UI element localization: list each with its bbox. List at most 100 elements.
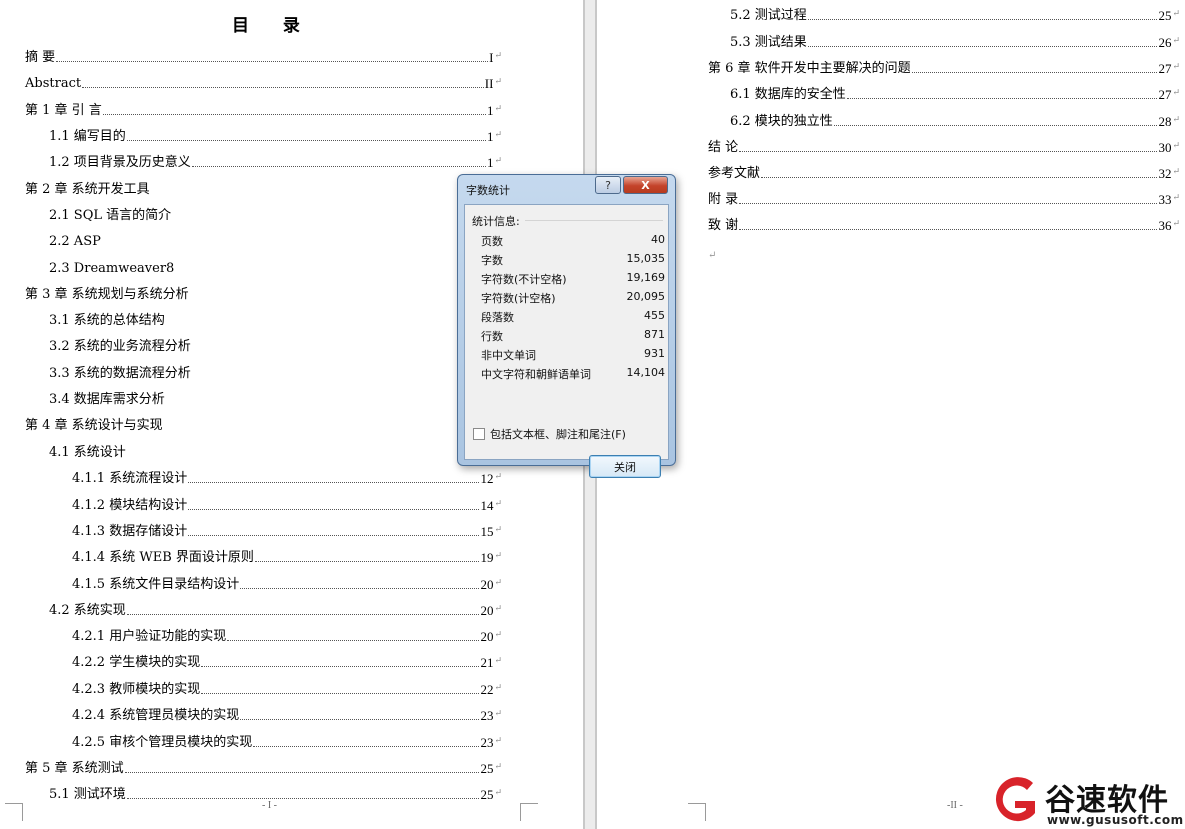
include-textbox-checkbox[interactable] [473,428,485,440]
toc-entry[interactable]: 参考文献 32 ↵ [708,162,1180,182]
toc-leader-dots [739,151,1158,152]
toc-entry[interactable]: 3.3 系统的数据流程分析 [49,362,502,382]
toc-entry-page: 27 [1158,61,1172,76]
paragraph-mark-icon: ↵ [494,578,502,588]
toc-entry-page: 30 [1158,140,1172,155]
toc-entry[interactable]: 第 3 章 系统规划与系统分析 [25,283,502,303]
toc-leader-dots [833,125,1158,126]
toc-entry-page: 32 [1158,166,1172,181]
stat-value: 40 [651,233,665,246]
stat-row: 非中文单词 931 [481,347,665,363]
toc-entry-title: 4.1.5 系统文件目录结构设计 [72,577,240,592]
paragraph-mark-icon: ↵ [494,551,502,561]
toc-entry[interactable]: 4.1.2 模块结构设计 14 ↵ [72,494,502,514]
toc-entry-title: 第 1 章 引 言 [25,103,102,118]
toc-entry-page: 23 [480,735,494,750]
paragraph-mark-icon: ↵ [1172,141,1180,151]
dialog-title: 字数统计 [466,184,510,197]
page-footer-number: -II - [947,800,963,811]
toc-entry[interactable]: 3.2 系统的业务流程分析 [49,335,502,355]
toc-entry[interactable]: 5.3 测试结果 26 ↵ [730,31,1180,51]
toc-leader-dots [227,640,480,641]
paragraph-mark-icon: ↵ [1172,219,1180,229]
toc-entry[interactable]: 3.1 系统的总体结构 [49,309,502,329]
word-count-dialog[interactable]: 字数统计 ? X 统计信息: 页数 40 字数 15,035 字符数(不计空格) 19,1… [457,174,676,478]
toc-entry-title: 致 谢 [708,218,739,233]
toc-entry[interactable]: 4.1.5 系统文件目录结构设计 20 ↵ [72,573,502,593]
toc-entry-page: 33 [1158,192,1172,207]
toc-entry-title: 1.2 项目背景及历史意义 [49,155,191,170]
toc-entry[interactable]: 6.2 模块的独立性 28 ↵ [730,110,1180,130]
toc-entry-page: 25 [480,761,494,776]
toc-entry-title: 4.1.3 数据存储设计 [72,524,188,539]
toc-entry-title: 参考文献 [708,166,761,181]
close-button[interactable]: 关闭 [589,455,661,478]
toc-entry[interactable]: 4.2.5 审核个管理员模块的实现 23 ↵ [72,731,502,751]
toc-leader-dots [188,482,480,483]
page-footer-number: - I - [262,800,277,811]
toc-entry[interactable]: 第 2 章 系统开发工具 [25,178,502,198]
stat-label: 中文字符和朝鲜语单词 [481,368,591,381]
close-window-button[interactable]: X [623,176,668,194]
toc-entry-title: 4.1.1 系统流程设计 [72,471,188,486]
toc-entry[interactable]: 第 6 章 软件开发中主要解决的问题 27 ↵ [708,57,1180,77]
toc-entry[interactable]: 4.2.1 用户验证功能的实现 20 ↵ [72,625,502,645]
toc-entry-title: 3.4 数据库需求分析 [49,392,165,407]
toc-entry-page: 1 [486,155,494,170]
toc-leader-dots [82,87,484,88]
toc-leader-dots [188,509,480,510]
toc-entry-title: 第 5 章 系统测试 [25,761,124,776]
toc-entry[interactable]: 第 4 章 系统设计与实现 [25,414,502,434]
toc-entry[interactable]: 第 5 章 系统测试 25 ↵ [25,757,502,777]
stat-value: 19,169 [626,271,666,284]
stat-label: 非中文单词 [481,349,536,362]
paragraph-mark-icon: ↵ [494,656,502,666]
toc-entry[interactable]: Abstract II ↵ [25,72,502,92]
toc-entry[interactable]: 4.1.4 系统 WEB 界面设计原则 19 ↵ [72,546,502,566]
toc-entry[interactable]: 3.4 数据库需求分析 [49,388,502,408]
toc-entry[interactable]: 附 录 33 ↵ [708,188,1180,208]
crop-mark [688,803,706,821]
toc-entry-title: 4.2 系统实现 [49,603,126,618]
toc-entry[interactable]: 1.1 编写目的 1 ↵ [49,125,502,145]
help-icon: ? [605,178,611,192]
toc-entry[interactable]: 5.2 测试过程 25 ↵ [730,4,1180,24]
include-textbox-label[interactable]: 包括文本框、脚注和尾注(F) [490,426,626,442]
toc-leader-dots [240,588,480,589]
toc-entry[interactable]: 4.2.2 学生模块的实现 21 ↵ [72,651,502,671]
toc-entry-title: 4.2.5 审核个管理员模块的实现 [72,735,253,750]
toc-entry[interactable]: 致 谢 36 ↵ [708,214,1180,234]
help-button[interactable]: ? [595,176,621,194]
toc-entry[interactable]: 第 1 章 引 言 1 ↵ [25,99,502,119]
paragraph-mark-icon: ↵ [494,683,502,693]
toc-entry[interactable]: 6.1 数据库的安全性 27 ↵ [730,83,1180,103]
toc-entry[interactable]: 4.2.4 系统管理员模块的实现 23 ↵ [72,704,502,724]
paragraph-mark-icon: ↵ [494,525,502,535]
toc-entry[interactable]: 4.1.3 数据存储设计 15 ↵ [72,520,502,540]
toc-entry[interactable]: 结 论 30 ↵ [708,136,1180,156]
crop-mark [5,803,23,821]
toc-entry[interactable]: 4.1 系统设计 [49,441,502,461]
document-page-right: 5.2 测试过程 25 ↵ 5.3 测试结果 26 ↵ 第 6 章 软件开发中主要解决的问题… [597,0,1185,829]
toc-entry[interactable]: 4.2 系统实现 20 ↵ [49,599,502,619]
toc-entry[interactable]: 1.2 项目背景及历史意义 1 ↵ [49,151,502,171]
toc-entry-page: 26 [1158,35,1172,50]
toc-entry-page: 28 [1158,114,1172,129]
stat-label: 字数 [481,254,503,267]
toc-entry[interactable]: 4.2.3 教师模块的实现 22 ↵ [72,678,502,698]
toc-leader-dots [201,693,480,694]
toc-leader-dots [911,72,1158,73]
toc-leader-dots [126,140,486,141]
toc-entry[interactable]: 2.3 Dreamweaver8 [49,257,502,277]
toc-entry-page: 21 [480,655,494,670]
paragraph-mark-icon: ↵ [494,499,502,509]
toc-entry-title: 4.2.4 系统管理员模块的实现 [72,708,240,723]
stat-row: 页数 40 [481,233,665,249]
toc-entry-page: 20 [480,577,494,592]
toc-entry[interactable]: 2.2 ASP [49,230,502,250]
toc-entry[interactable]: 2.1 SQL 语言的简介 [49,204,502,224]
toc-entry-title: 4.1.4 系统 WEB 界面设计原则 [72,550,254,565]
toc-entry[interactable]: 4.1.1 系统流程设计 12 ↵ [72,467,502,487]
toc-entry[interactable]: 摘 要 I ↵ [25,46,502,66]
stat-label: 段落数 [481,311,514,324]
